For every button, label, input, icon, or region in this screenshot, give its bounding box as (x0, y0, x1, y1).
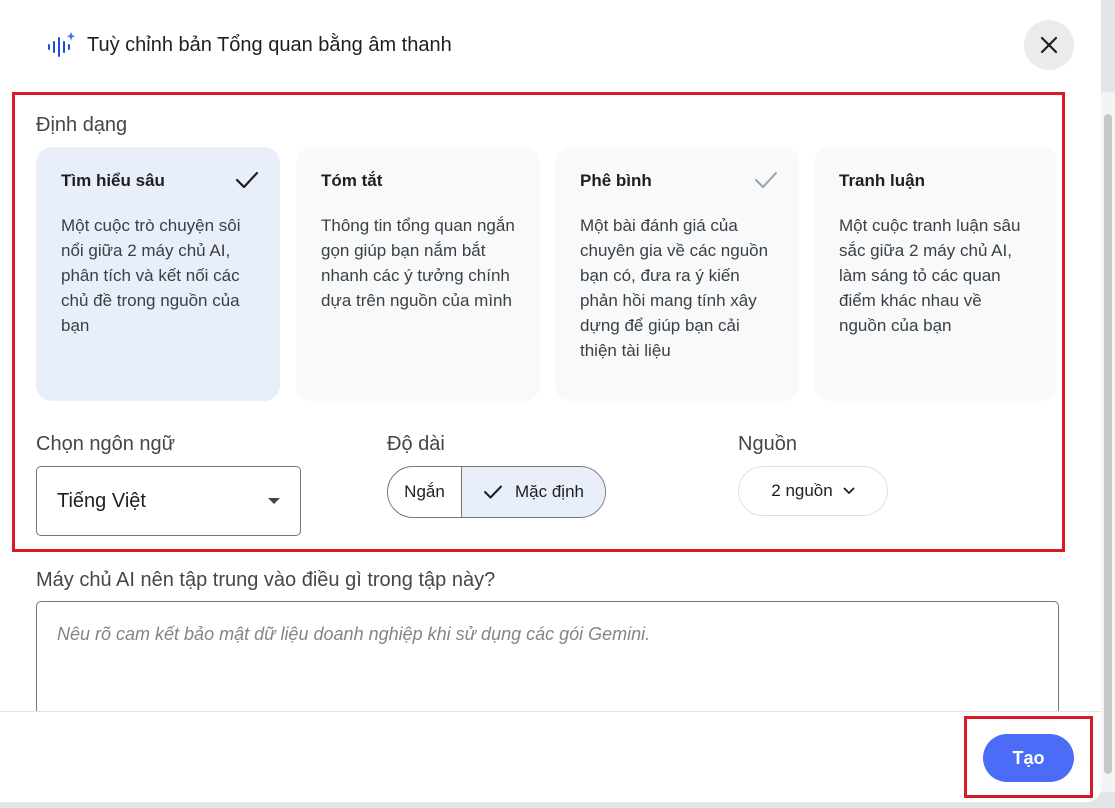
dialog-title: Tuỳ chỉnh bản Tổng quan bằng âm thanh (87, 34, 452, 56)
language-selected-value: Tiếng Việt (57, 489, 146, 512)
scrollbar-thumb[interactable] (1104, 114, 1112, 774)
check-icon (484, 485, 502, 499)
close-button[interactable] (1024, 20, 1074, 70)
dialog-header: Tuỳ chỉnh bản Tổng quan bằng âm thanh (0, 0, 1101, 90)
dropdown-arrow-icon (268, 498, 280, 504)
audio-sparkle-icon (48, 32, 75, 57)
length-option-label: Ngắn (404, 482, 445, 501)
card-title: Phê bình (580, 171, 652, 190)
format-card-critique[interactable]: Phê bình Một bài đánh giá của chuyên gia… (555, 147, 799, 401)
format-card-debate[interactable]: Tranh luận Một cuộc tranh luận sâu sắc g… (814, 147, 1056, 401)
close-icon (1040, 36, 1058, 54)
focus-question-label: Máy chủ AI nên tập trung vào điều gì tro… (36, 569, 496, 591)
check-icon (755, 172, 777, 188)
card-title: Tóm tắt (321, 171, 383, 190)
create-button[interactable]: Tạo (983, 734, 1074, 782)
dialog-body: Định dạng Tìm hiểu sâu Một cuộc trò chuy… (0, 90, 1101, 711)
format-cards: Tìm hiểu sâu Một cuộc trò chuyện sôi nổi… (36, 147, 1056, 401)
format-card-summary[interactable]: Tóm tắt Thông tin tổng quan ngắn gọn giú… (296, 147, 540, 401)
language-select[interactable]: Tiếng Việt (36, 466, 301, 536)
sources-value: 2 nguồn (771, 481, 833, 500)
length-option-default[interactable]: Mặc định (462, 467, 605, 517)
card-title: Tìm hiểu sâu (61, 171, 165, 190)
sources-label: Nguồn (738, 433, 797, 455)
check-icon (235, 171, 259, 189)
length-option-short[interactable]: Ngắn (388, 467, 462, 517)
card-description: Một cuộc trò chuyện sôi nổi giữa 2 máy c… (61, 216, 241, 335)
scrollbar[interactable] (1101, 92, 1115, 792)
dialog-footer: Tạo (0, 711, 1101, 802)
length-option-label: Mặc định (515, 482, 584, 501)
card-description: Thông tin tổng quan ngắn gọn giúp bạn nắ… (321, 216, 515, 310)
focus-textarea[interactable]: Nêu rõ cam kết bảo mật dữ liệu doanh ngh… (36, 601, 1059, 711)
focus-placeholder: Nêu rõ cam kết bảo mật dữ liệu doanh ngh… (57, 624, 651, 644)
sources-dropdown-button[interactable]: 2 nguồn (738, 466, 888, 516)
card-title: Tranh luận (839, 171, 925, 190)
chevron-down-icon (843, 487, 855, 494)
length-label: Độ dài (387, 433, 445, 455)
format-label: Định dạng (36, 114, 128, 136)
audio-overview-dialog: Tuỳ chỉnh bản Tổng quan bằng âm thanh Đị… (0, 0, 1101, 802)
card-description: Một cuộc tranh luận sâu sắc giữa 2 máy c… (839, 216, 1021, 335)
language-label: Chọn ngôn ngữ (36, 433, 176, 455)
format-card-deep-dive[interactable]: Tìm hiểu sâu Một cuộc trò chuyện sôi nổi… (36, 147, 280, 401)
card-description: Một bài đánh giá của chuyên gia về các n… (580, 216, 769, 360)
length-segmented-control: Ngắn Mặc định (387, 466, 606, 518)
